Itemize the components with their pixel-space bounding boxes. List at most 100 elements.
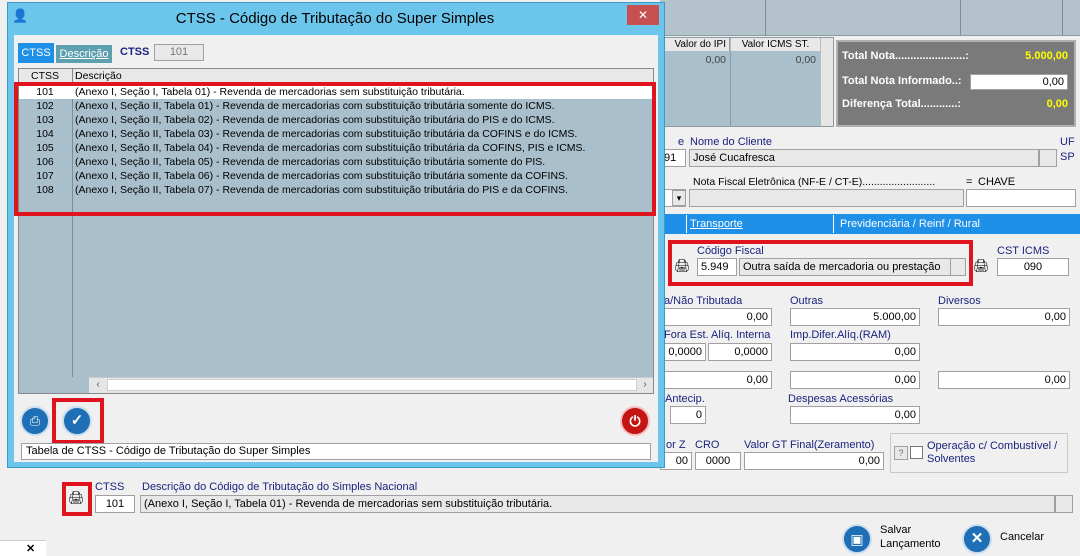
diversos-input[interactable]: 0,00 xyxy=(938,308,1070,326)
ctss-description-spinner[interactable] xyxy=(1055,495,1073,513)
dialog-app-icon: 👤 xyxy=(12,8,29,23)
tab-descricao[interactable]: Descrição xyxy=(56,45,112,63)
cro-input[interactable]: 0000 xyxy=(695,452,741,470)
save-label-line1: Salvar xyxy=(880,524,912,536)
save-label-line2: Lançamento xyxy=(880,538,941,550)
chave-input[interactable] xyxy=(966,189,1076,207)
ctss-field-input[interactable]: 101 xyxy=(95,495,135,513)
ctss-description-input[interactable]: (Anexo I, Seção I, Tabela 01) - Revenda … xyxy=(140,495,1055,513)
nfe-label: Nota Fiscal Eletrônica (NF-E / CT-E)....… xyxy=(693,176,936,188)
value-row3-c[interactable]: 0,00 xyxy=(938,371,1070,389)
corner-close-icon[interactable]: ✕ xyxy=(26,542,35,555)
dialog-title: CTSS - Código de Tributação do Super Sim… xyxy=(175,10,495,27)
client-lookup-spinner[interactable] xyxy=(1039,149,1057,167)
close-icon: ✕ xyxy=(637,8,649,22)
cancel-x-icon: ✕ xyxy=(962,524,992,554)
fora-est-label: Fora Est. xyxy=(664,329,709,341)
checkmark-icon: ✓ xyxy=(70,412,84,429)
tab-ctss[interactable]: CTSS xyxy=(18,43,54,63)
nao-tributada-input[interactable]: 0,00 xyxy=(660,308,772,326)
grid-col-divider xyxy=(730,51,731,126)
cst-lookup-icon[interactable]: 🖨 xyxy=(973,258,991,274)
tab-previdenciaria-label: Previdenciária / Reinf / Rural xyxy=(840,218,981,230)
combustivel-label-line1: Operação c/ Combustível / xyxy=(927,440,1058,452)
help-question-label: ? xyxy=(898,448,904,458)
total-informado-input[interactable]: 0,00 xyxy=(970,74,1068,90)
fora-est-input[interactable]: 0,0000 xyxy=(660,343,706,361)
ctss-description-label: Descrição do Código de Tributação do Sim… xyxy=(142,481,418,493)
client-name-label: Nome do Cliente xyxy=(690,136,772,148)
confirm-button[interactable]: ✓ xyxy=(62,406,92,436)
cancel-label: Cancelar xyxy=(1000,531,1045,543)
value-row3-b[interactable]: 0,00 xyxy=(790,371,920,389)
grid-divider xyxy=(1062,0,1063,36)
chevron-down-icon: ▾ xyxy=(676,193,682,203)
tab-descricao-label: Descrição xyxy=(59,48,109,60)
grid-divider xyxy=(960,0,961,36)
total-informado-label: Total Nota Informado..: xyxy=(842,75,962,87)
help-button[interactable]: ? xyxy=(894,446,908,460)
tab-transporte[interactable]: Transporte xyxy=(686,215,834,233)
cst-label: CST ICMS xyxy=(997,245,1050,257)
client-name-input[interactable]: José Cucafresca xyxy=(689,149,1039,167)
despesas-label: Despesas Acessórias xyxy=(788,393,894,405)
nfe-equals: = xyxy=(966,176,973,188)
exit-button[interactable]: ⏻ xyxy=(620,406,650,436)
total-nota-label: Total Nota.......................: xyxy=(842,50,969,62)
value-row3-a[interactable]: 0,00 xyxy=(660,371,772,389)
nfe-dropdown-button[interactable]: ▾ xyxy=(672,190,686,206)
tab-transporte-label: Transporte xyxy=(690,218,743,230)
chave-label: CHAVE xyxy=(978,176,1016,188)
uf-label: UF xyxy=(1060,136,1075,148)
list-highlight-box xyxy=(14,82,656,216)
list-header: CTSS Descrição xyxy=(19,69,653,83)
cfop-highlight-box xyxy=(668,240,973,286)
gt-input[interactable]: 0,00 xyxy=(744,452,884,470)
outras-label: Outras xyxy=(790,295,824,307)
diferenca-label: Diferença Total............: xyxy=(842,98,961,110)
cst-input[interactable]: 090 xyxy=(997,258,1069,276)
combustivel-checkbox[interactable] xyxy=(910,446,923,459)
antecip-input[interactable]: 0 xyxy=(670,406,706,424)
imp-difer-input[interactable]: 0,00 xyxy=(790,343,920,361)
print-button[interactable]: ⎙ xyxy=(20,406,50,436)
aliq-interna-input[interactable]: 0,0000 xyxy=(708,343,772,361)
status-text: Tabela de CTSS - Código de Tributação do… xyxy=(26,445,311,457)
search-ctss-label: CTSS xyxy=(120,46,150,58)
dialog-status-bar: Tabela de CTSS - Código de Tributação do… xyxy=(21,443,651,460)
column-header-descricao: Descrição xyxy=(75,70,122,82)
grid-divider xyxy=(765,0,766,36)
save-disk-icon: ▣ xyxy=(842,524,872,554)
grid-header-ipi-text: Valor do IPI xyxy=(674,39,726,50)
total-nota-value: 5.000,00 xyxy=(1025,50,1068,62)
grid-value-ipi: 0,00 xyxy=(705,54,726,66)
search-ctss-input[interactable]: 101 xyxy=(154,44,204,61)
tab-previdenciaria[interactable]: Previdenciária / Reinf / Rural xyxy=(837,215,1070,233)
grid-vertical-scrollbar[interactable] xyxy=(820,38,833,126)
client-code-label: e xyxy=(678,136,685,148)
aliq-interna-label: Alíq. Interna xyxy=(711,329,771,341)
dialog-close-button[interactable]: ✕ xyxy=(627,5,659,25)
contador-z-label: or Z xyxy=(666,439,686,451)
outras-input[interactable]: 5.000,00 xyxy=(790,308,920,326)
save-button[interactable]: ▣ Salvar Lançamento xyxy=(842,522,942,554)
gt-label: Valor GT Final(Zeramento) xyxy=(744,439,875,451)
corner-panel xyxy=(0,540,46,556)
grid-header-icms-st: Valor ICMS ST. xyxy=(731,38,820,51)
top-grid-strip xyxy=(660,0,1080,36)
column-header-ctss: CTSS xyxy=(30,70,59,82)
diversos-label: Diversos xyxy=(938,295,981,307)
combustivel-label-line2: Solventes xyxy=(927,453,976,465)
power-icon: ⏻ xyxy=(629,413,641,429)
cancel-button[interactable]: ✕ Cancelar xyxy=(962,522,1062,554)
scroll-thumb[interactable] xyxy=(107,379,637,391)
uf-value: SP xyxy=(1060,151,1075,163)
nao-tributada-label: a/Não Tributada xyxy=(664,295,743,307)
ctss-lookup-icon[interactable]: 🖨 xyxy=(68,490,86,508)
despesas-input[interactable]: 0,00 xyxy=(790,406,920,424)
scroll-right-arrow[interactable]: › xyxy=(637,378,653,392)
nfe-number-input[interactable] xyxy=(689,189,964,207)
scroll-left-arrow[interactable]: ‹ xyxy=(90,378,106,392)
grid-value-icms-st: 0,00 xyxy=(795,54,816,66)
tab-ctss-label: CTSS xyxy=(21,47,51,59)
